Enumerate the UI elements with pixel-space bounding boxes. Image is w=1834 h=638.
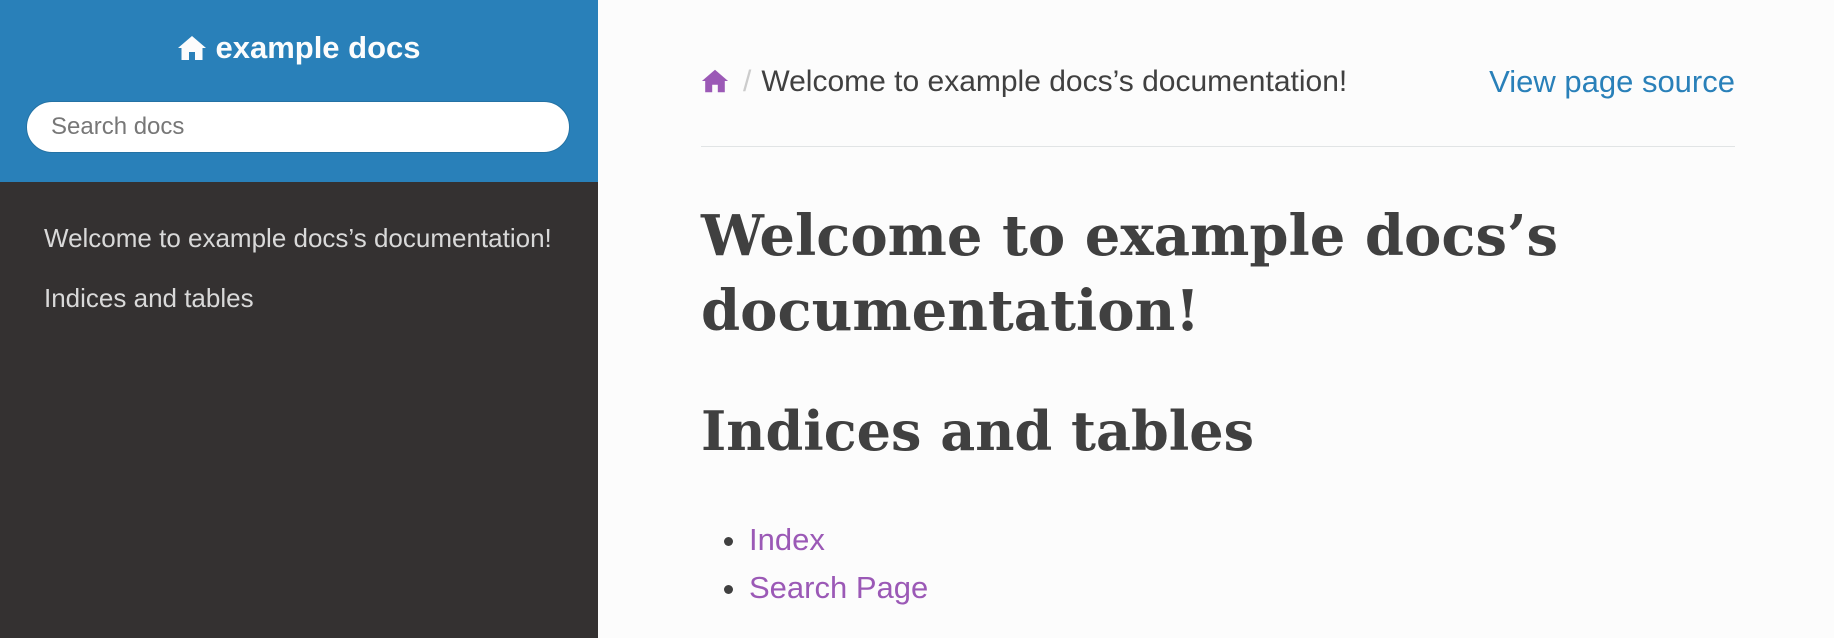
page-title: Welcome to example docs’s documentation! <box>701 203 1559 344</box>
brand-link[interactable]: example docs <box>0 28 598 68</box>
sidebar: example docs Welcome to example docs’s d… <box>0 0 598 638</box>
breadcrumb-divider <box>701 146 1735 147</box>
sidebar-nav: Welcome to example docs’s documentation!… <box>44 220 564 340</box>
brand-label: example docs <box>215 30 421 65</box>
home-icon <box>178 36 207 60</box>
sidebar-item-welcome[interactable]: Welcome to example docs’s documentation! <box>44 220 564 256</box>
view-page-source-link[interactable]: View page source <box>1489 62 1735 102</box>
breadcrumb-home-link[interactable] <box>701 65 729 105</box>
index-link[interactable]: Index <box>749 522 825 557</box>
breadcrumb-separator: / <box>743 65 752 98</box>
search-input[interactable] <box>26 101 570 153</box>
home-icon <box>701 69 729 93</box>
section-title: Indices and tables <box>701 399 1254 463</box>
sidebar-item-indices-and-tables[interactable]: Indices and tables <box>44 280 564 316</box>
breadcrumb-current: Welcome to example docs’s documentation! <box>761 65 1348 98</box>
list-item: Index <box>749 516 928 564</box>
list-item: Search Page <box>749 564 928 612</box>
search-page-link[interactable]: Search Page <box>749 570 928 605</box>
index-links-list: Index Search Page <box>701 516 928 612</box>
breadcrumb: / Welcome to example docs’s documentation… <box>701 62 1735 102</box>
sidebar-header: example docs <box>0 0 598 182</box>
